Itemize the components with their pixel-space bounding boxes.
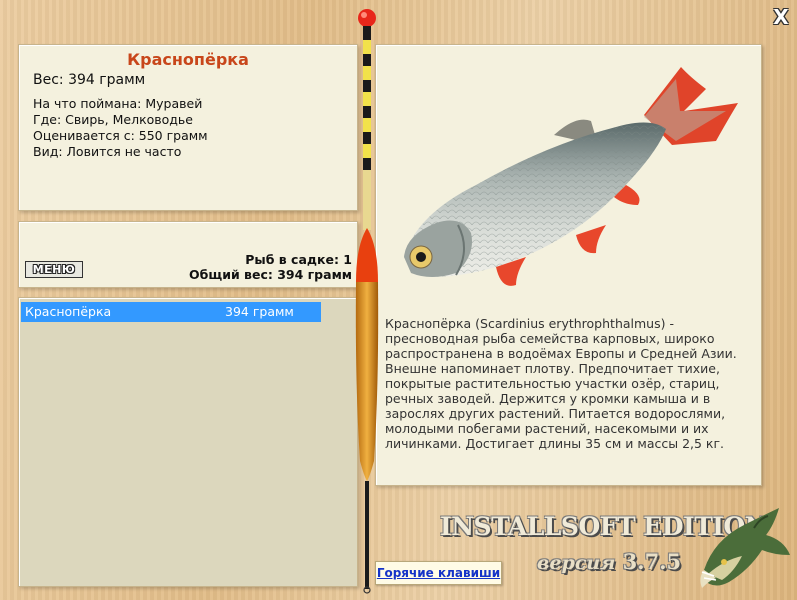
version-label: версия 3.7.5 bbox=[537, 549, 681, 574]
catch-list-item[interactable]: Краснопёрка 394 грамм bbox=[21, 302, 321, 322]
fish-location: Где: Свирь, Мелководье bbox=[33, 112, 193, 127]
catch-list-panel: Краснопёрка 394 грамм bbox=[18, 297, 358, 587]
fish-weight: Вес: 394 грамм bbox=[33, 72, 146, 88]
fish-name-title: Краснопёрка bbox=[127, 50, 249, 69]
keepnet-summary: Рыб в садке: 1 Общий вес: 394 грамм bbox=[189, 252, 352, 282]
total-weight: Общий вес: 394 грамм bbox=[189, 267, 352, 282]
catch-item-weight: 394 грамм bbox=[225, 304, 294, 319]
keepnet-status-panel: МЕНЮ Рыб в садке: 1 Общий вес: 394 грамм bbox=[18, 221, 358, 288]
fishing-float-icon bbox=[355, 9, 379, 594]
fish-detail-panel: Краснопёрка (Scardinius erythrophthalmus… bbox=[375, 44, 762, 486]
version-number: 3.7.5 bbox=[622, 549, 682, 574]
fish-info-panel: Краснопёрка Вес: 394 грамм На что пойман… bbox=[18, 44, 358, 211]
fish-description: Краснопёрка (Scardinius erythrophthalmus… bbox=[385, 316, 737, 451]
catch-item-name: Краснопёрка bbox=[25, 304, 112, 319]
fish-details: На что поймана: Муравей Где: Свирь, Мелк… bbox=[33, 96, 208, 160]
fish-count: Рыб в садке: 1 bbox=[245, 252, 352, 267]
fish-rarity: Вид: Ловится не часто bbox=[33, 144, 182, 159]
version-word: версия bbox=[537, 552, 616, 574]
close-icon: X bbox=[773, 5, 789, 29]
pike-logo-icon bbox=[700, 508, 790, 588]
fish-value: Оценивается с: 550 грамм bbox=[33, 128, 208, 143]
menu-button[interactable]: МЕНЮ bbox=[25, 261, 83, 278]
close-button[interactable]: X bbox=[770, 6, 792, 28]
hotkeys-button[interactable]: Горячие клавиши bbox=[375, 561, 502, 585]
rudd-fish-image bbox=[404, 67, 738, 286]
fish-bait: На что поймана: Муравей bbox=[33, 96, 203, 111]
